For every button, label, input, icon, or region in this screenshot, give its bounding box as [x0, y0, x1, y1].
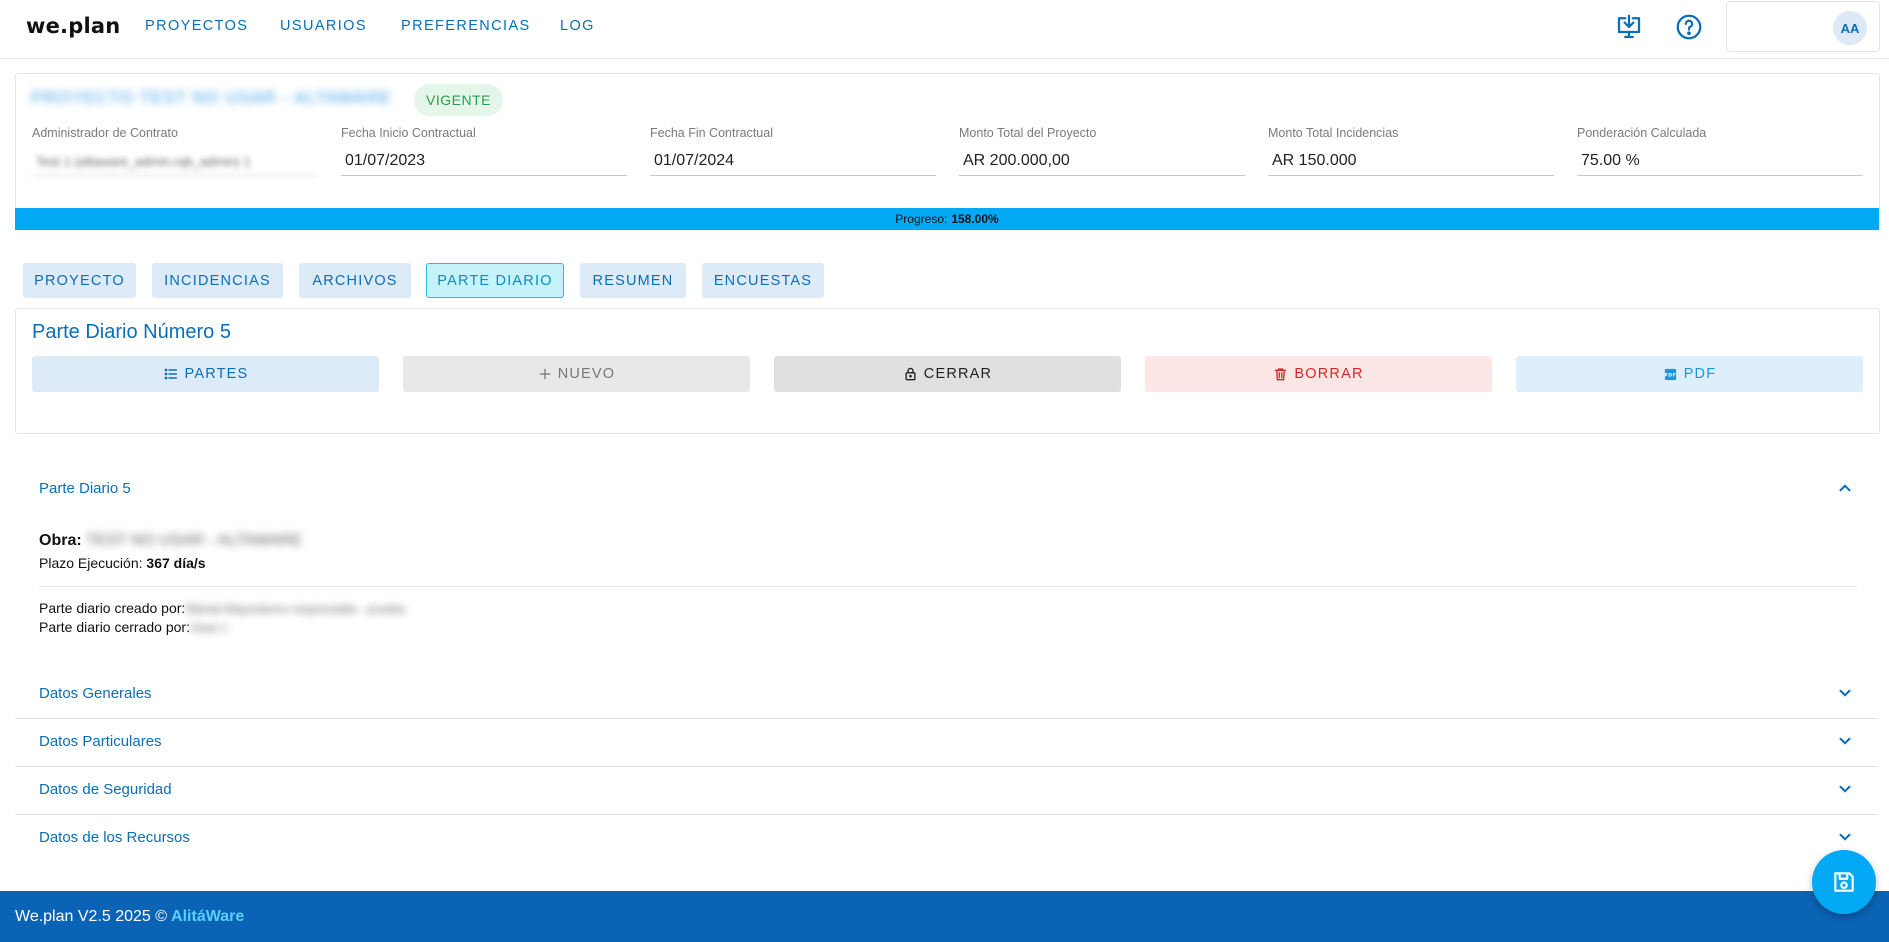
field-value: AR 150.000 [1268, 148, 1554, 176]
plazo-value: 367 día/s [146, 555, 206, 571]
partes-button[interactable]: PARTES [32, 356, 379, 392]
field-value: 75.00 % [1577, 148, 1863, 176]
accordion-datos-particulares[interactable]: Datos Particulares [15, 718, 1878, 765]
chevron-up-icon [1839, 484, 1851, 492]
chevron-down-icon [1839, 737, 1851, 745]
nav-log[interactable]: LOG [560, 18, 595, 34]
plazo-label: Plazo Ejecución: [39, 555, 143, 571]
chevron-down-icon [1839, 689, 1851, 697]
field-value: Test 1 (altaware_admin.rqb_admin) 1 [32, 148, 318, 176]
plus-icon [539, 368, 551, 380]
plazo-line: Plazo Ejecución: 367 día/s [39, 555, 206, 571]
creado-line: Parte diario creado por:Nikolai Mayordom… [39, 600, 405, 616]
tab-proyecto[interactable]: PROYECTO [23, 263, 136, 298]
nuevo-button[interactable]: NUEVO [403, 356, 750, 392]
field-label: Fecha Inicio Contractual [341, 126, 476, 140]
field-value: 01/07/2023 [341, 148, 627, 176]
obra-line: Obra: TEST NO USAR - ALTAWARE [39, 532, 302, 550]
avatar[interactable]: AA [1833, 11, 1867, 45]
save-button[interactable] [1812, 850, 1876, 914]
chevron-down-icon [1839, 833, 1851, 841]
project-title: PROYECTO TEST NO USAR - ALTAWARE [31, 88, 392, 107]
cerrado-value: Gisel J [189, 621, 227, 635]
lock-icon [905, 367, 916, 381]
partes-button-label: PARTES [184, 366, 249, 382]
accordion-label: Datos Generales [39, 685, 152, 702]
field-label: Ponderación Calculada [1577, 126, 1707, 140]
field-label: Fecha Fin Contractual [650, 126, 773, 140]
save-icon [1834, 872, 1854, 892]
accordion-label: Parte Diario 5 [39, 480, 131, 497]
svg-text:PDF: PDF [1664, 372, 1676, 378]
accordion-parte-diario[interactable]: Parte Diario 5 [15, 465, 1878, 512]
field-monto-total: Monto Total del Proyecto AR 200.000,00 [959, 126, 1245, 176]
tab-encuestas[interactable]: ENCUESTAS [702, 263, 824, 298]
help-icon[interactable] [1674, 12, 1704, 42]
accordion-datos-generales[interactable]: Datos Generales [15, 670, 1878, 717]
footer-text: We.plan V2.5 2025 © [15, 907, 168, 925]
user-menu[interactable]: AA [1726, 1, 1880, 52]
footer: We.plan V2.5 2025 © AlitáWare [0, 891, 1889, 942]
top-navbar: we.plan PROYECTOS USUARIOS PREFERENCIAS … [0, 0, 1889, 59]
tab-parte-diario[interactable]: PARTE DIARIO [426, 263, 564, 298]
cerrado-label: Parte diario cerrado por: [39, 619, 190, 635]
progress-label: Progreso: [895, 212, 948, 226]
field-fecha-inicio: Fecha Inicio Contractual 01/07/2023 [341, 126, 627, 176]
download-desktop-icon[interactable] [1614, 12, 1644, 42]
footer-brand-link[interactable]: AlitáWare [171, 908, 244, 926]
obra-label: Obra: [39, 532, 82, 549]
list-icon [164, 368, 177, 380]
accordion-datos-recursos[interactable]: Datos de los Recursos [15, 814, 1878, 861]
field-label: Monto Total del Proyecto [959, 126, 1097, 140]
nav-proyectos[interactable]: PROYECTOS [145, 18, 248, 34]
page-title: Parte Diario Número 5 [32, 321, 231, 343]
borrar-button-label: BORRAR [1294, 366, 1364, 382]
accordion-label: Datos Particulares [39, 733, 162, 750]
tab-resumen[interactable]: RESUMEN [580, 263, 686, 298]
accordion-label: Datos de los Recursos [39, 829, 190, 846]
project-summary-card: PROYECTO TEST NO USAR - ALTAWARE VIGENTE… [15, 73, 1880, 230]
pdf-button[interactable]: PDF PDF [1516, 356, 1863, 392]
parte-diario-card: Parte Diario Número 5 PARTES NUEVO CERRA… [15, 308, 1880, 434]
field-label: Monto Total Incidencias [1268, 126, 1399, 140]
cerrar-button[interactable]: CERRAR [774, 356, 1121, 392]
tab-incidencias[interactable]: INCIDENCIAS [152, 263, 283, 298]
progress-value: 158.00% [951, 212, 999, 226]
chevron-down-icon [1839, 785, 1851, 793]
cerrar-button-label: CERRAR [923, 366, 993, 382]
nav-usuarios[interactable]: USUARIOS [280, 18, 367, 34]
field-monto-incidencias: Monto Total Incidencias AR 150.000 [1268, 126, 1554, 176]
field-administrador: Administrador de Contrato Test 1 (altawa… [32, 126, 318, 176]
creado-label: Parte diario creado por: [39, 600, 186, 616]
nav-preferencias[interactable]: PREFERENCIAS [401, 18, 531, 34]
divider [39, 586, 1857, 587]
tab-archivos[interactable]: ARCHIVOS [299, 263, 411, 298]
borrar-button[interactable]: BORRAR [1145, 356, 1492, 392]
status-badge: VIGENTE [414, 84, 503, 116]
cerrado-line: Parte diario cerrado por:Gisel J [39, 619, 227, 635]
nuevo-button-label: NUEVO [557, 366, 616, 382]
trash-icon [1275, 368, 1287, 381]
field-fecha-fin: Fecha Fin Contractual 01/07/2024 [650, 126, 936, 176]
field-value: 01/07/2024 [650, 148, 936, 176]
progress-bar: Progreso: 158.00% [15, 208, 1879, 230]
obra-value: TEST NO USAR - ALTAWARE [86, 532, 302, 549]
accordion-label: Datos de Seguridad [39, 781, 172, 798]
creado-value: Nikolai Mayordomo responsable - prueba [185, 602, 405, 616]
field-label: Administrador de Contrato [32, 126, 178, 140]
pdf-button-label: PDF [1683, 366, 1717, 382]
field-ponderacion: Ponderación Calculada 75.00 % [1577, 126, 1863, 176]
app-logo[interactable]: we.plan [26, 14, 120, 38]
pdf-icon: PDF [1664, 368, 1676, 380]
accordion-datos-seguridad[interactable]: Datos de Seguridad [15, 766, 1878, 813]
field-value: AR 200.000,00 [959, 148, 1245, 176]
